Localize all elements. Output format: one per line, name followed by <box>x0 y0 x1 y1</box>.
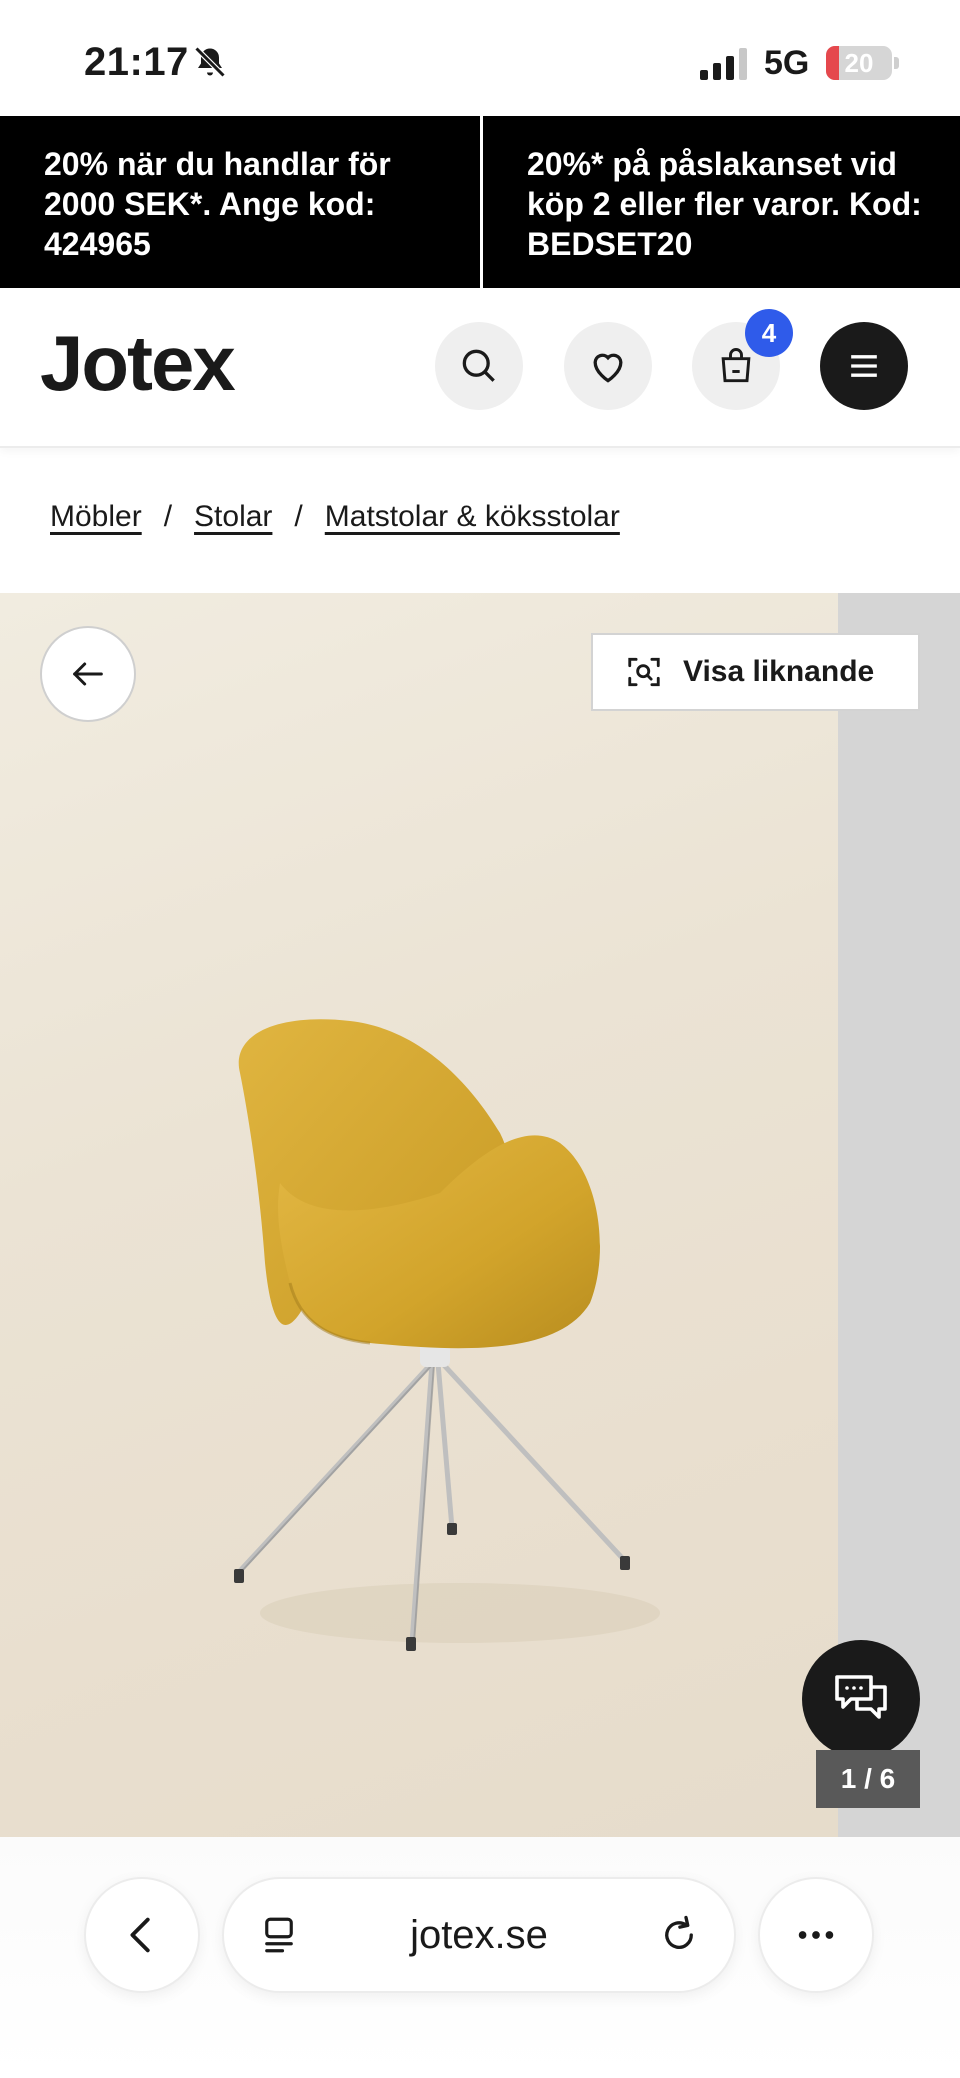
menu-button[interactable] <box>820 322 908 410</box>
network-type: 5G <box>764 44 810 82</box>
site-header: Jotex 4 <box>0 288 960 448</box>
breadcrumb: Möbler / Stolar / Matstolar & köksstolar <box>50 500 620 534</box>
arrow-left-icon <box>73 662 103 686</box>
battery-tip <box>894 57 899 69</box>
wishlist-button[interactable] <box>564 322 652 410</box>
url-text: jotex.se <box>410 1912 548 1957</box>
breadcrumb-item-stolar[interactable]: Stolar <box>194 500 272 534</box>
address-bar[interactable]: jotex.se <box>222 1877 736 1993</box>
chat-icon <box>835 1675 887 1719</box>
promo-banner: 20% när du handlar för 2000 SEK*. Ange k… <box>0 116 960 288</box>
signal-icon <box>700 48 747 80</box>
show-similar-label: Visa liknande <box>683 655 875 688</box>
more-options-button[interactable] <box>758 1877 874 1993</box>
cart-icon <box>721 348 751 383</box>
browser-back-button[interactable] <box>84 1877 200 1993</box>
chevron-left-icon <box>130 1917 150 1953</box>
back-button[interactable] <box>40 626 136 722</box>
visual-search-icon <box>628 657 660 687</box>
search-button[interactable] <box>435 322 523 410</box>
heart-icon <box>593 353 623 383</box>
cart-count-badge: 4 <box>745 309 793 357</box>
chair-illustration <box>234 1019 660 1651</box>
more-icon <box>798 1931 834 1939</box>
battery-level: 20 <box>844 48 874 78</box>
reload-icon[interactable] <box>658 1914 700 1956</box>
promo-right[interactable]: 20%* på påslakanset vid köp 2 eller fler… <box>480 116 960 288</box>
bell-muted-icon <box>194 46 226 78</box>
browser-toolbar: jotex.se <box>0 1837 960 2078</box>
breadcrumb-item-matstolar[interactable]: Matstolar & köksstolar <box>325 500 620 534</box>
breadcrumb-separator: / <box>163 500 173 533</box>
search-icon <box>462 349 495 382</box>
battery-icon: 20 <box>826 46 892 80</box>
chat-button[interactable] <box>802 1640 920 1758</box>
product-gallery[interactable]: Visa liknande 1 / 6 <box>0 593 960 1837</box>
tab-overview-icon <box>265 1917 293 1953</box>
logo[interactable]: Jotex <box>40 318 236 409</box>
breadcrumb-separator: / <box>294 500 303 533</box>
breadcrumb-item-mobler[interactable]: Möbler <box>50 500 142 534</box>
status-bar: 21:17 5G 20 <box>0 0 960 116</box>
show-similar-button[interactable]: Visa liknande <box>591 633 920 711</box>
status-time: 21:17 <box>84 40 189 84</box>
product-image[interactable] <box>0 593 838 1837</box>
promo-left[interactable]: 20% när du handlar för 2000 SEK*. Ange k… <box>0 116 480 288</box>
image-counter: 1 / 6 <box>816 1750 920 1808</box>
menu-icon <box>851 355 877 377</box>
